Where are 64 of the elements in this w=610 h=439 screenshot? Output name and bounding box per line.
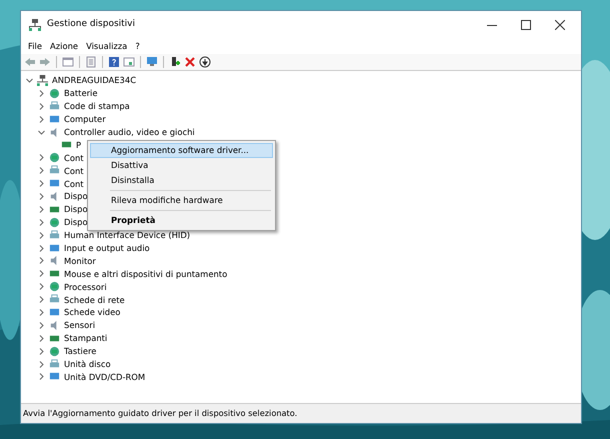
tree-item[interactable]: Input e output audio: [63, 242, 151, 254]
device-icon: [49, 268, 60, 280]
window-icon[interactable]: [123, 56, 135, 68]
device-icon: [49, 230, 60, 241]
tree-item[interactable]: Unità DVD/CD-ROM: [63, 370, 146, 383]
monitor-icon[interactable]: [146, 56, 158, 68]
tree-item[interactable]: Schede di rete: [63, 294, 126, 306]
menu-item[interactable]: Proprietà: [90, 213, 273, 228]
menu-item[interactable]: File: [25, 39, 46, 53]
maximize-icon: [521, 20, 531, 30]
device-icon: [49, 114, 60, 125]
tree-item[interactable]: Monitor: [63, 254, 97, 267]
device-icon: [49, 165, 60, 176]
menu-item[interactable]: Disinstalla: [90, 173, 273, 188]
download-icon[interactable]: [199, 56, 211, 68]
tree-item[interactable]: P: [75, 138, 82, 151]
tree-item[interactable]: Unità disco: [63, 358, 112, 370]
tree-item[interactable]: Dispo: [63, 203, 89, 216]
help-icon[interactable]: [108, 56, 120, 68]
computer-tree-icon: [29, 18, 41, 30]
status-text: Avvia l'Aggiornamento guidato driver per il dispositivo selezionato.: [23, 407, 298, 420]
tree-item[interactable]: Code di stampa: [63, 100, 131, 112]
device-add-icon[interactable]: [169, 56, 181, 68]
device-icon: [49, 306, 60, 318]
device-icon: [49, 178, 60, 190]
tree-item[interactable]: Cont: [63, 164, 85, 177]
window-title: Gestione dispositivi: [47, 18, 136, 31]
document-icon[interactable]: [85, 56, 97, 68]
menu-item[interactable]: Rileva modifiche hardware: [90, 193, 273, 208]
tree-item[interactable]: Schede video: [63, 306, 122, 318]
tree-item[interactable]: Stampanti: [63, 332, 108, 344]
tree-item[interactable]: Dispo: [63, 190, 89, 202]
tree-item[interactable]: Dispo: [63, 216, 89, 228]
tree-item[interactable]: Sensori: [63, 319, 96, 332]
tree-item[interactable]: Human Interface Device (HID): [63, 229, 192, 242]
device-icon: [49, 216, 60, 228]
device-icon: [49, 371, 60, 382]
tree-item[interactable]: Controller audio, video e giochi: [63, 126, 196, 138]
device-icon: [49, 100, 60, 112]
tree-item[interactable]: Cont: [63, 178, 85, 190]
menu-item[interactable]: Disattiva: [90, 158, 273, 173]
tree-item[interactable]: Processori: [63, 280, 108, 293]
close-icon: [555, 20, 565, 30]
device-icon: [49, 281, 60, 292]
device-icon: [49, 358, 60, 370]
tree-item[interactable]: Batterie: [63, 87, 99, 100]
menu-item[interactable]: Aggiornamento software driver...: [90, 143, 273, 158]
window-icon[interactable]: [62, 56, 74, 68]
device-icon: [49, 346, 60, 357]
tree-item[interactable]: Computer: [63, 113, 107, 126]
tree-item[interactable]: Cont: [63, 152, 85, 164]
device-icon: [49, 88, 60, 99]
device-icon: [49, 242, 60, 254]
tree-item[interactable]: ANDREAGUIDAE34C: [51, 74, 138, 86]
menu-item[interactable]: ?: [132, 39, 143, 53]
device-icon: [49, 294, 60, 306]
computer-tree-icon: [37, 74, 48, 86]
device-icon: [61, 139, 72, 150]
tree-item[interactable]: Tastiere: [63, 345, 98, 358]
device-icon: [49, 152, 60, 164]
menu-item[interactable]: Azione: [47, 39, 82, 53]
tree-item[interactable]: Mouse e altri dispositivi di puntamento: [63, 268, 228, 280]
delete-icon[interactable]: [184, 56, 196, 68]
menu-item[interactable]: Visualizza: [83, 39, 130, 53]
